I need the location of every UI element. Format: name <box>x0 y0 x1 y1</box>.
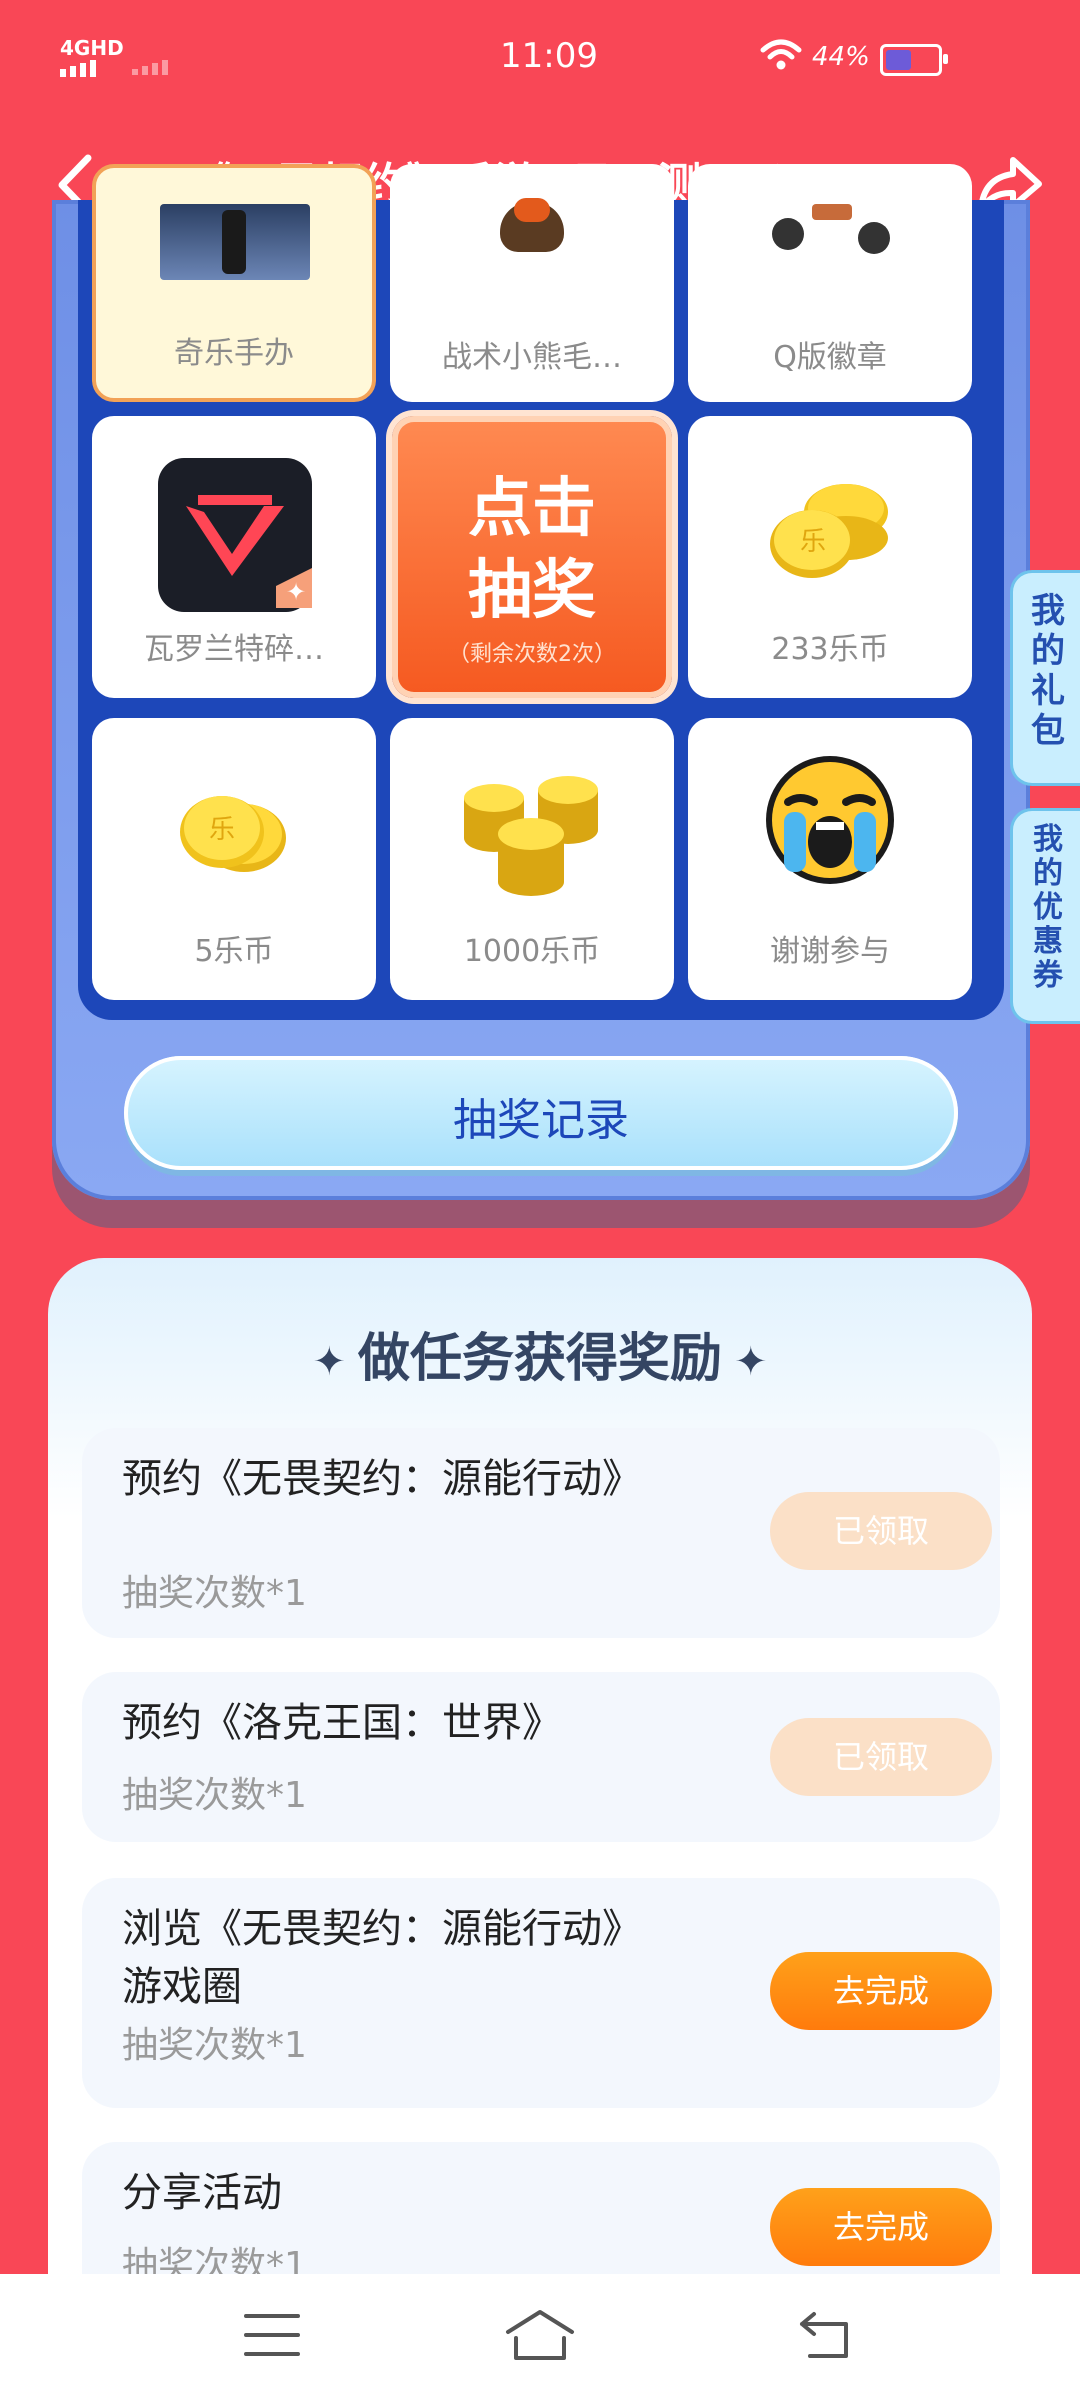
task-item: 浏览《无畏契约：源能行动》游戏圈 抽奖次数*1 去完成 <box>82 1878 1000 2108</box>
task-name: 预约《无畏契约：源能行动》 <box>122 1456 642 1502</box>
task-reward: 抽奖次数*1 <box>122 2025 307 2066</box>
menu-icon[interactable] <box>244 2312 300 2358</box>
badge-image <box>772 204 892 264</box>
wifi-icon <box>760 39 802 70</box>
task-name: 预约《洛克王国：世界》 <box>122 1700 562 1746</box>
svg-text:✦: ✦ <box>286 578 306 606</box>
sparkle-icon: ✦ <box>312 1339 346 1385</box>
my-gifts-tab[interactable]: 我的礼包 <box>1010 570 1080 786</box>
my-coupons-label: 我的优惠券 <box>1033 822 1063 993</box>
sparkle-icon: ✦ <box>734 1339 768 1385</box>
prize-label: 谢谢参与 <box>770 934 890 969</box>
coins-image: 乐 <box>770 484 888 578</box>
coins-image <box>464 776 598 896</box>
prize-cell: 奇乐手办 <box>92 164 376 402</box>
my-gifts-label: 我的礼包 <box>1031 591 1065 751</box>
record-button-label: 抽奖记录 <box>453 1095 629 1146</box>
tasks-panel: ✦ 做任务获得奖励 ✦ 预约《无畏契约：源能行动》 抽奖次数*1 已领取 预约《洛克… <box>48 1258 1032 2400</box>
task-claimed-button[interactable]: 已领取 <box>770 1718 992 1796</box>
prize-cell: 乐 233乐币 <box>688 416 972 698</box>
prize-cell: 谢谢参与 <box>688 718 972 1000</box>
bear-plush-image <box>500 198 564 252</box>
system-nav-bar <box>0 2274 1080 2400</box>
signal-2-icon <box>132 60 168 75</box>
prize-label: 1000乐币 <box>463 934 601 969</box>
battery-percent: 44% <box>812 42 870 72</box>
network-type: 4GHD <box>60 36 124 60</box>
svg-text:乐: 乐 <box>209 815 235 845</box>
prize-cell: 战术小熊毛… <box>390 164 674 402</box>
task-go-button[interactable]: 去完成 <box>770 1952 992 2030</box>
valorant-logo: ✦ <box>158 458 312 612</box>
task-item: 预约《无畏契约：源能行动》 抽奖次数*1 已领取 <box>82 1428 1000 1638</box>
clock: 11:09 <box>500 36 598 76</box>
prize-label: 奇乐手办 <box>174 336 294 371</box>
tasks-title-text: 做任务获得奖励 <box>357 1329 722 1389</box>
prize-label: Q版徽章 <box>773 340 887 375</box>
lottery-panel: 奇乐手办 战术小熊毛… Q版徽章 ✦ 瓦罗兰特碎… 点击 抽奖 （剩余次数2次）… <box>52 164 1030 1228</box>
my-coupons-tab[interactable]: 我的优惠券 <box>1010 808 1080 1024</box>
coins-image: 乐 <box>180 796 286 872</box>
prize-cell: Q版徽章 <box>688 164 972 402</box>
prize-label: 5乐币 <box>194 934 274 969</box>
signal-icon <box>60 60 96 77</box>
crying-emoji <box>766 756 894 884</box>
tasks-title: ✦ 做任务获得奖励 ✦ <box>48 1316 1032 1391</box>
task-go-button[interactable]: 去完成 <box>770 2188 992 2266</box>
task-name: 分享活动 <box>122 2170 282 2216</box>
draw-button-line1: 点击 <box>468 472 596 546</box>
remaining-count: （剩余次数2次） <box>448 642 616 667</box>
task-claimed-button[interactable]: 已领取 <box>770 1492 992 1570</box>
home-icon[interactable] <box>504 2308 576 2362</box>
figure-image <box>160 204 310 280</box>
task-reward: 抽奖次数*1 <box>122 1573 307 1614</box>
prize-cell: 乐 5乐币 <box>92 718 376 1000</box>
prize-cell: 1000乐币 <box>390 718 674 1000</box>
prize-label: 瓦罗兰特碎… <box>144 632 324 667</box>
task-item: 预约《洛克王国：世界》 抽奖次数*1 已领取 <box>82 1672 1000 1842</box>
prize-grid: 奇乐手办 战术小熊毛… Q版徽章 ✦ 瓦罗兰特碎… 点击 抽奖 （剩余次数2次）… <box>78 164 1004 1020</box>
task-name: 浏览《无畏契约：源能行动》游戏圈 <box>122 1906 642 2010</box>
prize-label: 233乐币 <box>771 632 889 667</box>
status-bar: 4GHD 11:09 44% <box>0 0 1080 120</box>
draw-button[interactable]: 点击抽奖 （剩余次数2次） <box>392 416 672 698</box>
lottery-record-button[interactable]: 抽奖记录 <box>124 1056 958 1170</box>
back-nav-icon[interactable] <box>796 2308 852 2362</box>
svg-text:乐: 乐 <box>800 527 826 557</box>
task-reward: 抽奖次数*1 <box>122 1775 307 1816</box>
prize-label: 战术小熊毛… <box>442 340 622 375</box>
draw-button-line2: 抽奖 <box>468 554 596 628</box>
battery-icon <box>880 44 948 76</box>
prize-cell: ✦ 瓦罗兰特碎… <box>92 416 376 698</box>
